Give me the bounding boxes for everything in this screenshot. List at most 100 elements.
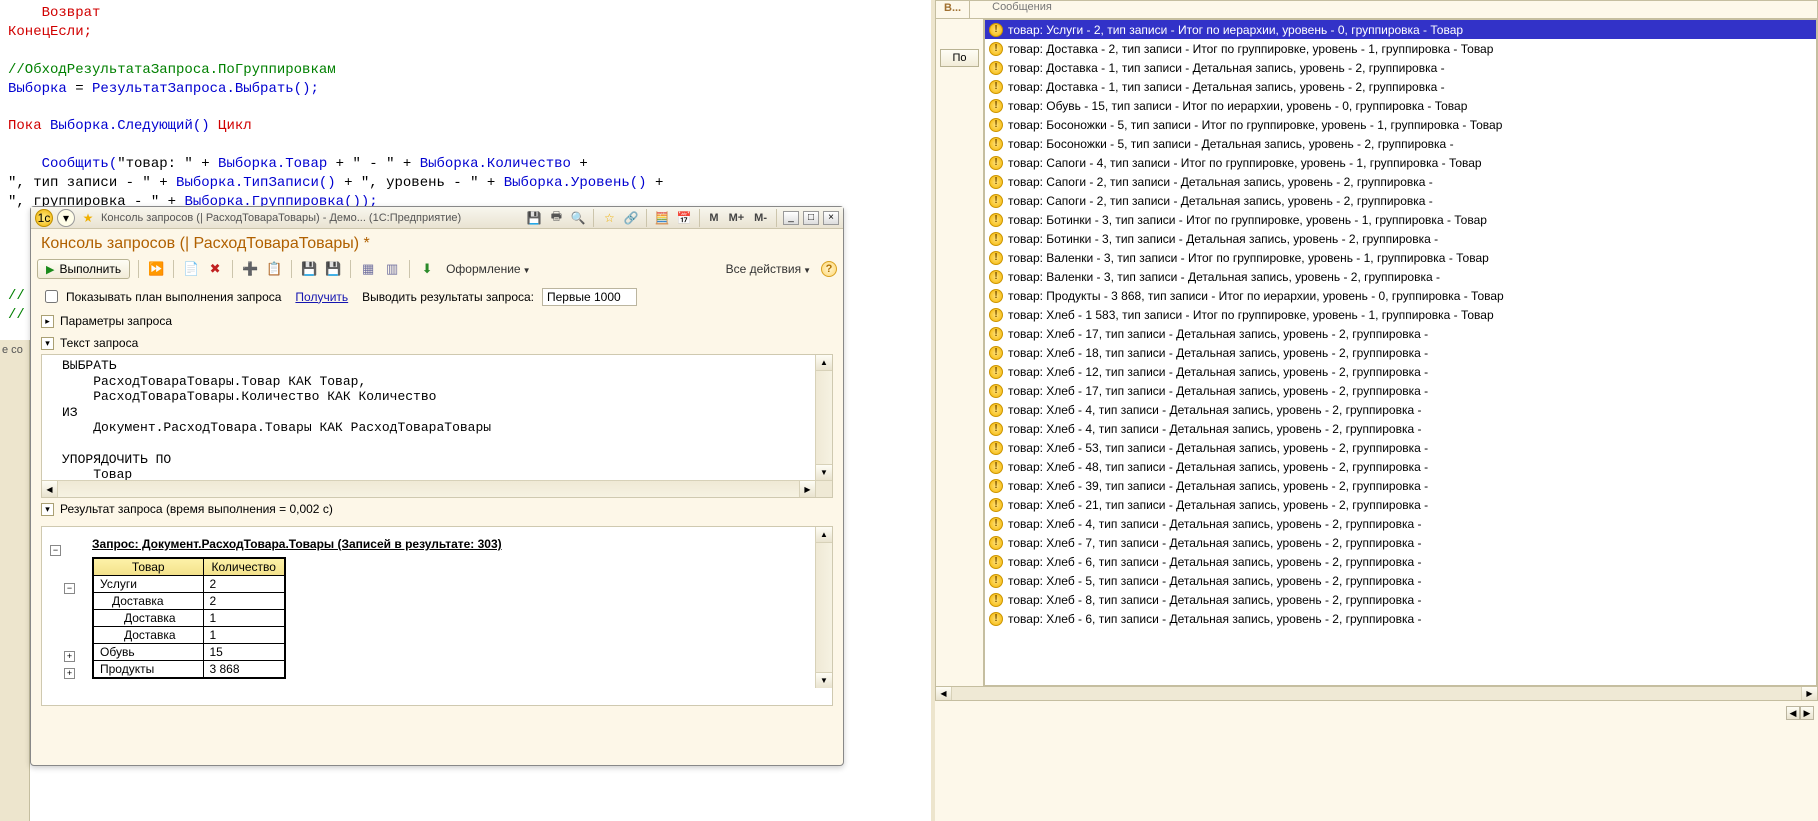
m-btn[interactable]: M bbox=[706, 212, 721, 224]
scroll-right-icon[interactable]: ▶ bbox=[799, 481, 815, 497]
scroll-up-icon[interactable]: ▲ bbox=[816, 355, 832, 371]
expander-icon[interactable]: ▸ bbox=[41, 315, 54, 328]
scroll-down-icon[interactable]: ▼ bbox=[816, 464, 832, 480]
expander-icon[interactable]: ▾ bbox=[41, 503, 54, 516]
decoration-dropdown[interactable]: Оформление▼ bbox=[442, 260, 534, 278]
grid-icon[interactable]: ▥ bbox=[383, 260, 401, 278]
message-row[interactable]: !товар: Хлеб - 1 583, тип записи - Итог … bbox=[985, 305, 1816, 324]
message-row[interactable]: !товар: Хлеб - 4, тип записи - Детальная… bbox=[985, 419, 1816, 438]
show-plan-input[interactable] bbox=[45, 290, 58, 303]
table-row[interactable]: Услуги2 bbox=[93, 576, 285, 593]
message-row[interactable]: !товар: Хлеб - 21, тип записи - Детальна… bbox=[985, 495, 1816, 514]
table-row[interactable]: Доставка1 bbox=[93, 627, 285, 644]
scroll-left-icon[interactable]: ◀ bbox=[42, 481, 58, 497]
export-icon[interactable]: ⬇ bbox=[418, 260, 436, 278]
message-row[interactable]: !товар: Хлеб - 6, тип записи - Детальная… bbox=[985, 609, 1816, 628]
message-row[interactable]: !товар: Сапоги - 4, тип записи - Итог по… bbox=[985, 153, 1816, 172]
message-row[interactable]: !товар: Хлеб - 17, тип записи - Детальна… bbox=[985, 381, 1816, 400]
close-button[interactable]: × bbox=[823, 211, 839, 225]
message-row[interactable]: !товар: Хлеб - 53, тип записи - Детальна… bbox=[985, 438, 1816, 457]
message-row[interactable]: !товар: Хлеб - 8, тип записи - Детальная… bbox=[985, 590, 1816, 609]
calc-icon[interactable]: 🧮 bbox=[653, 209, 671, 227]
m-plus-btn[interactable]: M+ bbox=[726, 212, 748, 224]
scroll-down-icon[interactable]: ▼ bbox=[816, 672, 832, 688]
scrollbar-v[interactable]: ▲ ▼ bbox=[815, 355, 832, 480]
get-link[interactable]: Получить bbox=[295, 290, 348, 304]
all-actions-dropdown[interactable]: Все действия▼ bbox=[722, 260, 815, 278]
message-row[interactable]: !товар: Хлеб - 4, тип записи - Детальная… bbox=[985, 400, 1816, 419]
show-plan-checkbox[interactable]: Показывать план выполнения запроса bbox=[41, 287, 281, 306]
table-row[interactable]: Доставка1 bbox=[93, 610, 285, 627]
disk1-icon[interactable]: 💾 bbox=[300, 260, 318, 278]
col-tovar[interactable]: Товар bbox=[93, 558, 203, 576]
message-row[interactable]: !товар: Хлеб - 5, тип записи - Детальная… bbox=[985, 571, 1816, 590]
col-qty[interactable]: Количество bbox=[203, 558, 285, 576]
query-text[interactable]: ВЫБРАТЬ РасходТовараТовары.Товар КАК Тов… bbox=[42, 355, 832, 486]
message-row[interactable]: !товар: Доставка - 1, тип записи - Детал… bbox=[985, 58, 1816, 77]
message-row[interactable]: !товар: Ботинки - 3, тип записи - Деталь… bbox=[985, 229, 1816, 248]
star2-icon[interactable]: ☆ bbox=[600, 209, 618, 227]
maximize-button[interactable]: □ bbox=[803, 211, 819, 225]
nav-left[interactable]: ◀ bbox=[1786, 706, 1800, 720]
link-icon[interactable]: 🔗 bbox=[622, 209, 640, 227]
message-row[interactable]: !товар: Босоножки - 5, тип записи - Итог… bbox=[985, 115, 1816, 134]
m-minus-btn[interactable]: M- bbox=[751, 212, 770, 224]
expander-icon[interactable]: ▾ bbox=[41, 337, 54, 350]
tree-expander[interactable]: − bbox=[50, 545, 61, 556]
scroll-left-icon[interactable]: ◀ bbox=[936, 687, 952, 700]
message-row[interactable]: !товар: Валенки - 3, тип записи - Итог п… bbox=[985, 248, 1816, 267]
tab-v[interactable]: В... bbox=[936, 1, 970, 18]
tree-expander[interactable]: − bbox=[64, 583, 75, 594]
message-row[interactable]: !товар: Хлеб - 39, тип записи - Детальна… bbox=[985, 476, 1816, 495]
disk2-icon[interactable]: 💾 bbox=[324, 260, 342, 278]
message-row[interactable]: !товар: Продукты - 3 868, тип записи - И… bbox=[985, 286, 1816, 305]
minimize-button[interactable]: _ bbox=[783, 211, 799, 225]
tree-expander[interactable]: + bbox=[64, 668, 75, 679]
message-row[interactable]: !товар: Сапоги - 2, тип записи - Детальн… bbox=[985, 191, 1816, 210]
scrollbar-h[interactable]: ◀ ▶ bbox=[42, 480, 815, 497]
message-row[interactable]: !товар: Сапоги - 2, тип записи - Детальн… bbox=[985, 172, 1816, 191]
message-row[interactable]: !товар: Хлеб - 4, тип записи - Детальная… bbox=[985, 514, 1816, 533]
doc-red-icon[interactable]: ✖ bbox=[206, 260, 224, 278]
run-button[interactable]: ▶Выполнить bbox=[37, 259, 130, 279]
message-row[interactable]: !товар: Хлеб - 6, тип записи - Детальная… bbox=[985, 552, 1816, 571]
window-titlebar[interactable]: 1c ▾ ★ Консоль запросов (| РасходТовараТ… bbox=[31, 207, 843, 229]
messages-list[interactable]: !товар: Услуги - 2, тип записи - Итог по… bbox=[985, 20, 1816, 628]
table-row[interactable]: Обувь15 bbox=[93, 644, 285, 661]
message-row[interactable]: !товар: Хлеб - 7, тип записи - Детальная… bbox=[985, 533, 1816, 552]
message-row[interactable]: !товар: Доставка - 2, тип записи - Итог … bbox=[985, 39, 1816, 58]
dropdown-icon[interactable]: ▾ bbox=[57, 209, 75, 227]
add-icon[interactable]: ➕ bbox=[241, 260, 259, 278]
message-row[interactable]: !товар: Хлеб - 18, тип записи - Детальна… bbox=[985, 343, 1816, 362]
message-row[interactable]: !товар: Хлеб - 12, тип записи - Детальна… bbox=[985, 362, 1816, 381]
forward-icon[interactable]: ⏩ bbox=[147, 260, 165, 278]
table-row[interactable]: Продукты3 868 bbox=[93, 661, 285, 679]
querytext-section[interactable]: ▾ Текст запроса bbox=[31, 332, 843, 354]
message-row[interactable]: !товар: Босоножки - 5, тип записи - Дета… bbox=[985, 134, 1816, 153]
message-row[interactable]: !товар: Хлеб - 48, тип записи - Детальна… bbox=[985, 457, 1816, 476]
message-row[interactable]: !товар: Валенки - 3, тип записи - Деталь… bbox=[985, 267, 1816, 286]
tree-expander[interactable]: + bbox=[64, 651, 75, 662]
nav-right[interactable]: ▶ bbox=[1800, 706, 1814, 720]
preview-icon[interactable]: 🔍 bbox=[569, 209, 587, 227]
po-button[interactable]: По bbox=[940, 49, 979, 67]
result-section[interactable]: ▾ Результат запроса (время выполнения = … bbox=[31, 498, 843, 520]
table-row[interactable]: Доставка2 bbox=[93, 593, 285, 610]
tab-messages[interactable]: Сообщения bbox=[970, 1, 1817, 18]
star-icon[interactable]: ★ bbox=[79, 209, 97, 227]
params-section[interactable]: ▸ Параметры запроса bbox=[31, 310, 843, 332]
calendar-icon[interactable]: 📅 bbox=[675, 209, 693, 227]
copy-icon[interactable]: 📋 bbox=[265, 260, 283, 278]
print-icon[interactable]: 🖶 bbox=[547, 209, 565, 227]
table-icon[interactable]: ▦ bbox=[359, 260, 377, 278]
message-row[interactable]: !товар: Услуги - 2, тип записи - Итог по… bbox=[985, 20, 1816, 39]
message-row[interactable]: !товар: Обувь - 15, тип записи - Итог по… bbox=[985, 96, 1816, 115]
doc-green-icon[interactable]: 📄 bbox=[182, 260, 200, 278]
message-row[interactable]: !товар: Ботинки - 3, тип записи - Итог п… bbox=[985, 210, 1816, 229]
message-row[interactable]: !товар: Доставка - 1, тип записи - Детал… bbox=[985, 77, 1816, 96]
save-icon[interactable]: 💾 bbox=[525, 209, 543, 227]
help-button[interactable]: ? bbox=[821, 261, 837, 277]
scroll-up-icon[interactable]: ▲ bbox=[816, 527, 832, 543]
output-results-input[interactable] bbox=[542, 288, 637, 306]
message-row[interactable]: !товар: Хлеб - 17, тип записи - Детальна… bbox=[985, 324, 1816, 343]
